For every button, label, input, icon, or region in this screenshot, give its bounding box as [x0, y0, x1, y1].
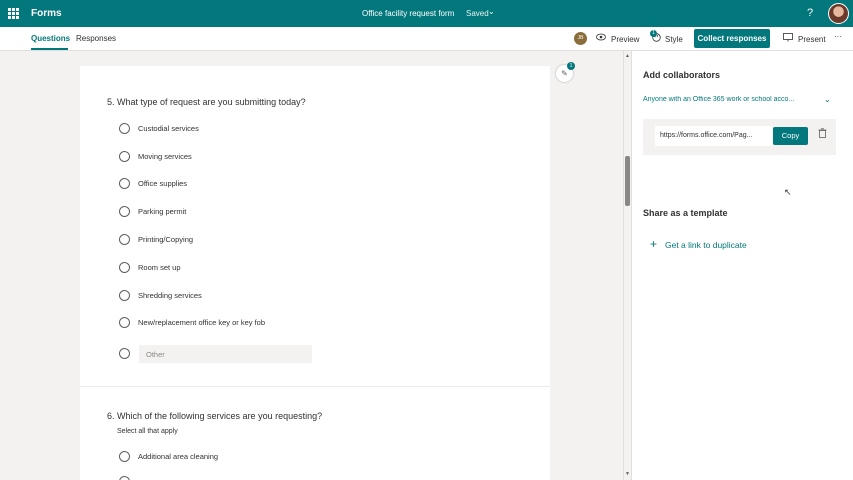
active-tab-indicator: [31, 48, 68, 50]
question-title: 5. What type of request are you submitti…: [107, 97, 306, 107]
choice-label: Parking permit: [138, 207, 187, 216]
radio-button[interactable]: [119, 151, 130, 162]
choice-label: Office supplies: [138, 179, 188, 188]
more-options-icon[interactable]: ···: [834, 32, 842, 41]
present-icon[interactable]: [783, 33, 793, 44]
collect-responses-button[interactable]: Collect responses: [694, 29, 770, 48]
trash-icon[interactable]: [818, 128, 827, 140]
radio-button[interactable]: [119, 206, 130, 217]
choice-label: Printing/Copying: [138, 235, 194, 244]
choice-label: Room set up: [138, 263, 181, 272]
radio-button[interactable]: [119, 290, 130, 301]
share-link-row: https://forms.office.com/Pag... Copy: [643, 119, 836, 155]
form-title[interactable]: Office facility request form: [362, 9, 454, 18]
choice-label: Custodial services: [138, 124, 199, 133]
radio-button[interactable]: [119, 123, 130, 134]
choice-label: Additional area cleaning: [138, 452, 219, 461]
radio-button[interactable]: [119, 348, 130, 359]
question-title: 6. Which of the following services are y…: [107, 411, 323, 421]
question-divider: [80, 386, 550, 387]
copy-button[interactable]: Copy: [773, 127, 808, 145]
other-input[interactable]: Other: [139, 345, 312, 363]
checkbox[interactable]: [119, 476, 130, 480]
other-placeholder: Other: [146, 350, 165, 359]
mouse-cursor-icon: ↖: [784, 187, 792, 197]
scrollbar[interactable]: ▲ ▼: [623, 51, 631, 480]
scroll-down-icon[interactable]: ▼: [625, 471, 630, 477]
saved-status: Saved: [466, 9, 489, 18]
app-launcher-icon[interactable]: [8, 8, 19, 19]
preview-button[interactable]: Preview: [611, 35, 639, 44]
app-name[interactable]: Forms: [31, 8, 62, 19]
radio-button[interactable]: [119, 234, 130, 245]
coauthor-avatar[interactable]: JB: [574, 32, 587, 45]
share-panel: Add collaborators Anyone with an Office …: [631, 51, 853, 480]
radio-button[interactable]: [119, 317, 130, 328]
help-icon[interactable]: ?: [807, 7, 813, 19]
duplicate-link[interactable]: Get a link to duplicate: [665, 240, 747, 250]
present-button[interactable]: Present: [798, 35, 826, 44]
share-link-field[interactable]: https://forms.office.com/Pag...: [655, 126, 772, 146]
style-button[interactable]: Style: [665, 35, 683, 44]
user-avatar[interactable]: [828, 3, 849, 24]
permission-dropdown[interactable]: Anyone with an Office 365 work or school…: [643, 96, 836, 108]
collaborators-heading: Add collaborators: [643, 70, 721, 80]
checkbox[interactable]: [119, 451, 130, 462]
chevron-down-icon[interactable]: ⌄: [824, 95, 831, 104]
choice-label: Shredding services: [138, 291, 202, 300]
plus-icon[interactable]: +: [650, 237, 657, 251]
template-heading: Share as a template: [643, 208, 728, 218]
tab-questions[interactable]: Questions: [31, 34, 70, 43]
scrollbar-thumb[interactable]: [625, 156, 630, 206]
question-subtitle: Select all that apply: [117, 428, 178, 435]
app-header: Forms Office facility request form Saved…: [0, 0, 853, 27]
radio-button[interactable]: [119, 262, 130, 273]
tab-responses[interactable]: Responses: [76, 34, 116, 43]
choice-label: Moving services: [138, 152, 192, 161]
toolbar: Questions Responses JB Preview 1 Style C…: [0, 27, 853, 51]
scroll-up-icon[interactable]: ▲: [625, 53, 630, 59]
ideas-badge: 1: [567, 62, 575, 70]
eye-icon[interactable]: [596, 33, 606, 43]
radio-button[interactable]: [119, 178, 130, 189]
choice-label: New/replacement office key or key fob: [138, 318, 266, 327]
chevron-down-icon[interactable]: ⌄: [488, 7, 495, 16]
style-badge: 1: [650, 30, 657, 37]
